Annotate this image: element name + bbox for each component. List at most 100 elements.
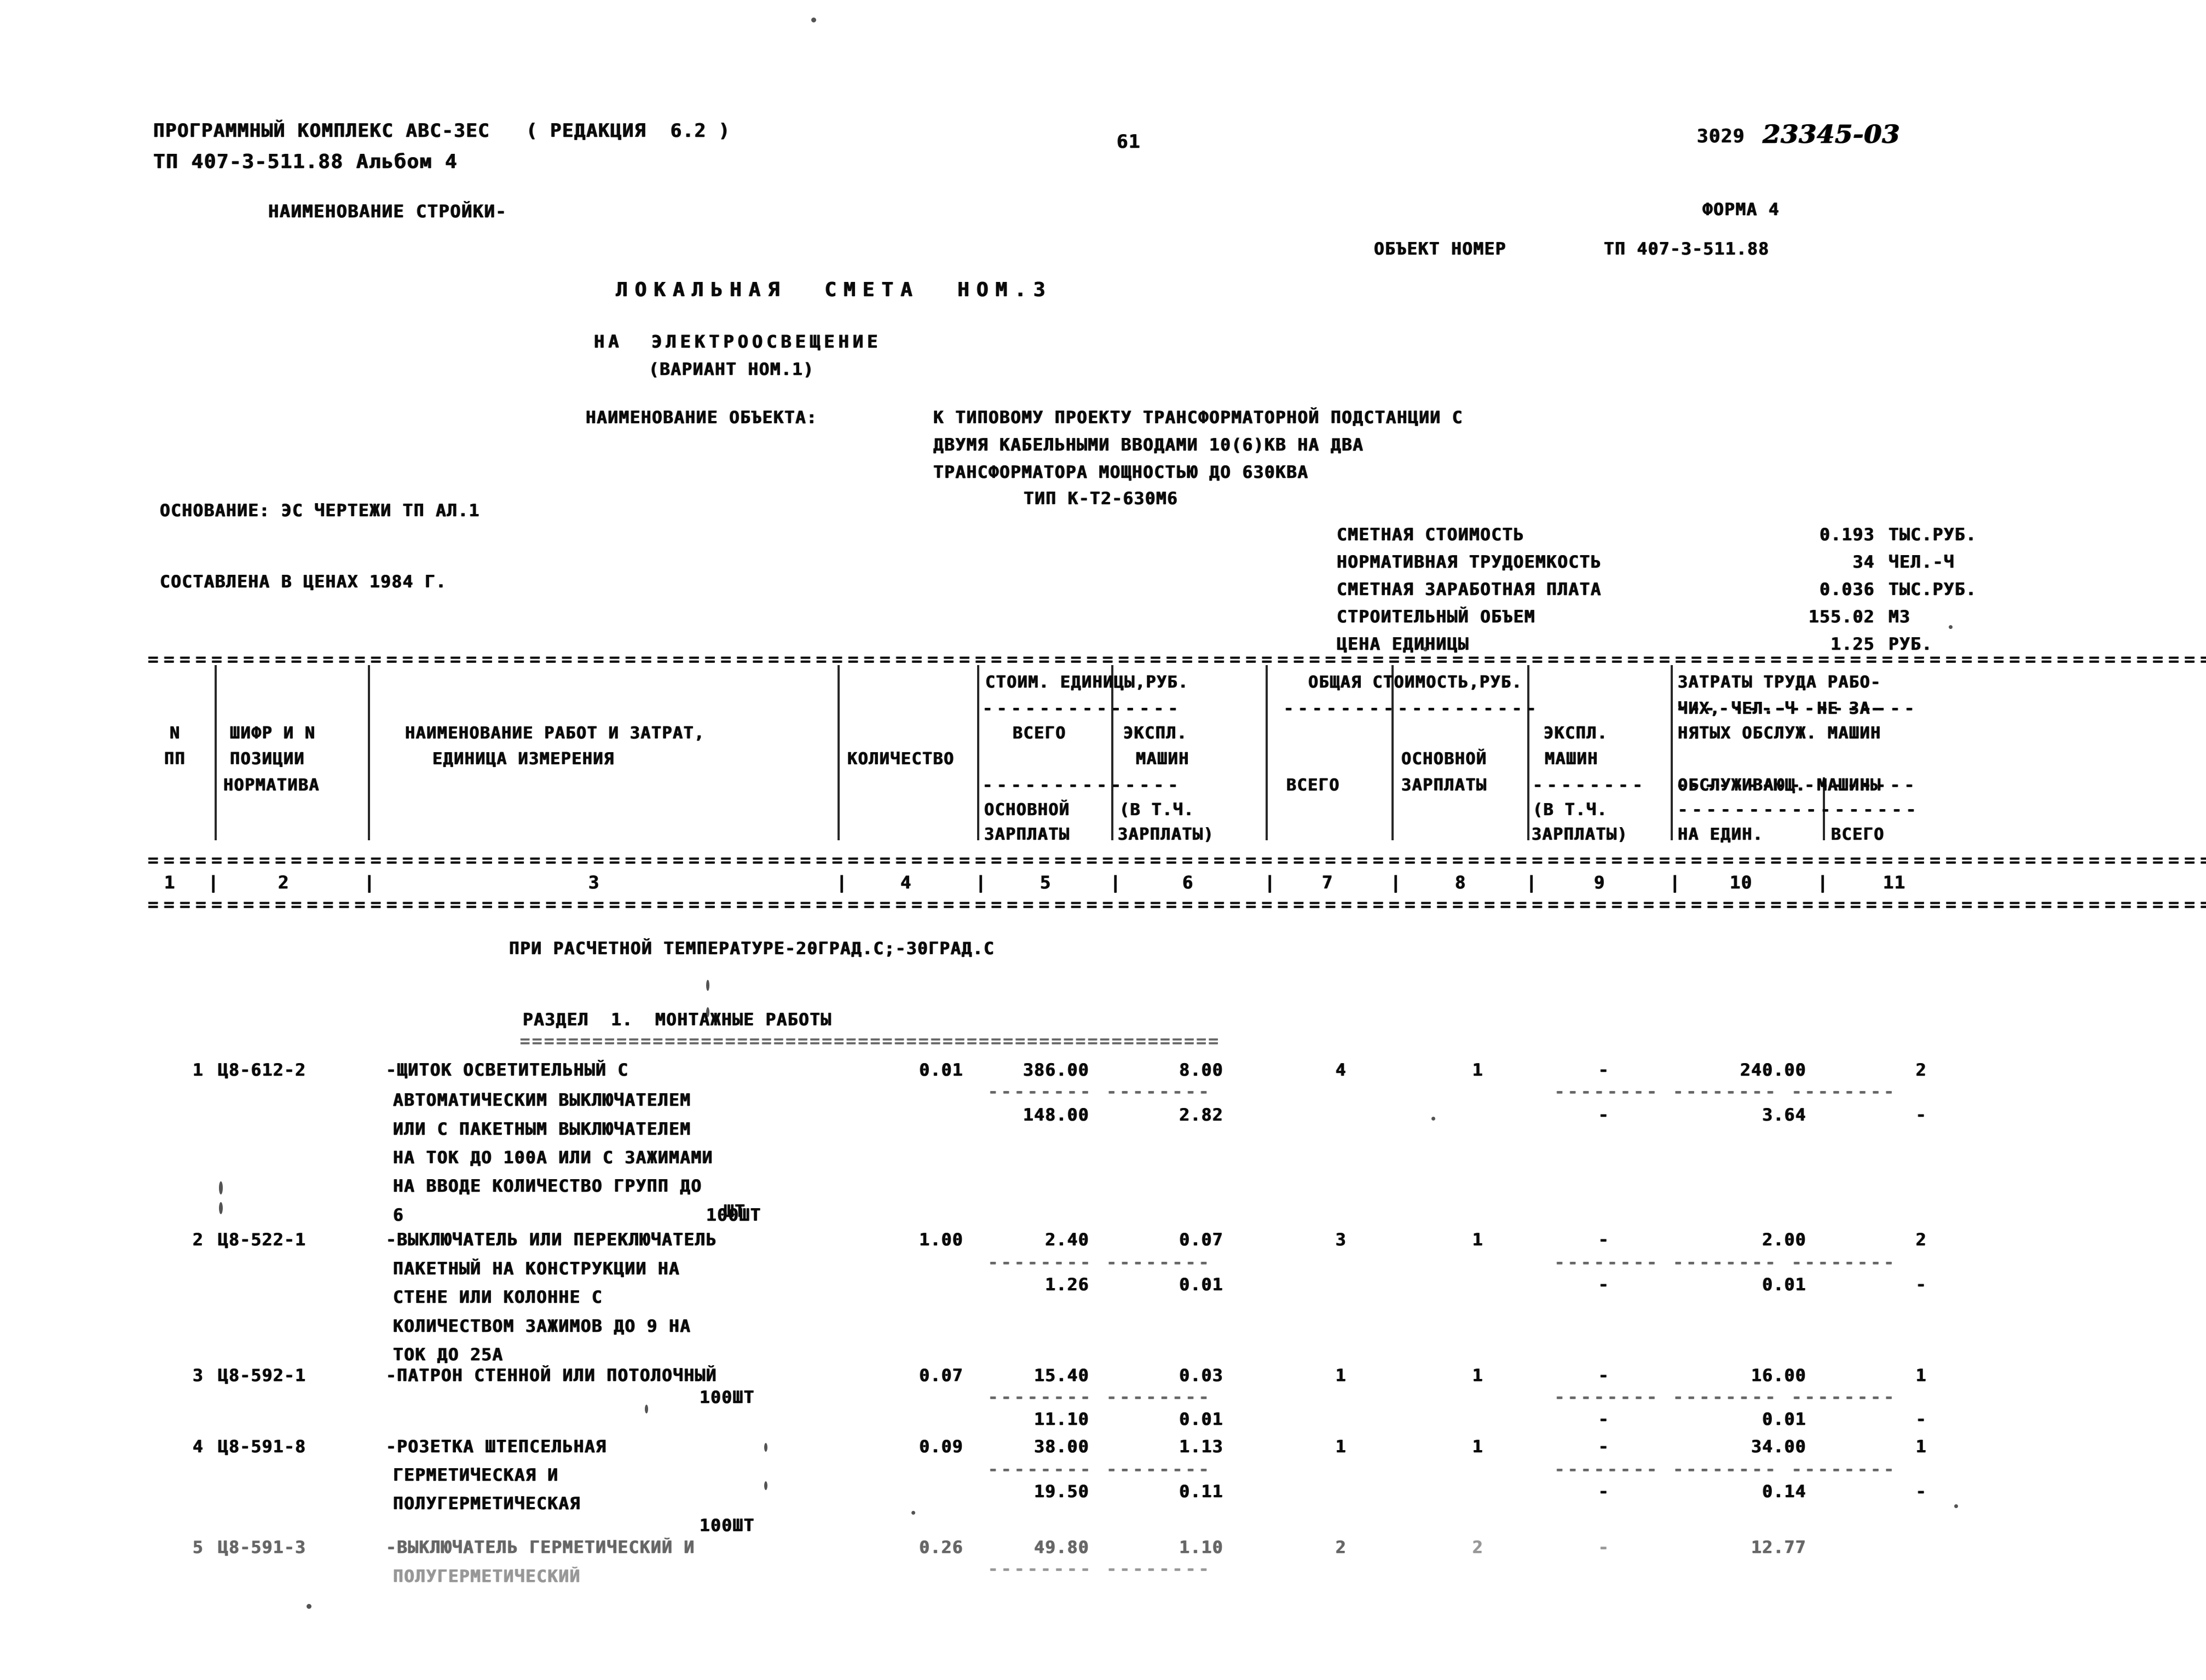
th-group-total-cost: ОБЩАЯ СТОИМОСТЬ,РУБ. xyxy=(1308,673,1523,692)
software-version-line: ПРОГРАММНЫЙ КОМПЛЕКС АВС-3ЕС ( РЕДАКЦИЯ … xyxy=(153,120,731,142)
th-rule-g: ----------------- xyxy=(1678,800,1921,819)
row-5-rule-a: -------- -------- xyxy=(988,1560,1212,1579)
row-5-num: 5 xyxy=(193,1538,204,1557)
th-col1-l1: N xyxy=(170,724,181,743)
th-col8-l2: ЗАРПЛАТЫ xyxy=(1401,776,1487,795)
scan-speck xyxy=(706,1007,709,1017)
th-col2-l3: НОРМАТИВА xyxy=(223,776,320,795)
row-4-num: 4 xyxy=(193,1437,204,1457)
row-1-code: Ц8-612-2 xyxy=(218,1060,307,1080)
row-5-qty: 0.26 xyxy=(919,1538,963,1557)
summary-value-2: 0.036 xyxy=(1820,580,1875,599)
scan-speck xyxy=(1949,625,1953,629)
row-2-c5b: 1.26 xyxy=(1045,1275,1089,1295)
scan-speck xyxy=(706,980,709,991)
colnum-2: 2 xyxy=(278,872,290,893)
temperature-note: ПРИ РАСЧЕТНОЙ ТЕМПЕРАТУРЕ-20ГРАД.С;-30ГР… xyxy=(509,939,995,959)
row-4-c11: 1 xyxy=(1915,1437,1927,1457)
row-5-c8: 2 xyxy=(1472,1538,1483,1557)
summary-label-2: СМЕТНАЯ ЗАРАБОТНАЯ ПЛАТА xyxy=(1337,580,1602,599)
row-4-c7: 1 xyxy=(1335,1437,1347,1457)
th-col2-l1: ШИФР И N xyxy=(230,724,316,743)
estimate-subject: НА ЭЛЕКТРООСВЕЩЕНИЕ xyxy=(594,331,882,352)
scan-speck xyxy=(1431,1117,1435,1121)
row-2-c5: 2.40 xyxy=(1045,1230,1089,1250)
row-2-c9b: - xyxy=(1598,1275,1609,1295)
row-1-c10b: 3.64 xyxy=(1762,1105,1806,1125)
th-col11: ВСЕГО xyxy=(1831,825,1885,844)
colnum-10: 10 xyxy=(1730,872,1753,893)
colnum-11: 11 xyxy=(1883,872,1906,893)
summary-unit-2: ТЫС.РУБ. xyxy=(1889,580,1977,599)
th-col9-l2: МАШИН xyxy=(1545,749,1598,769)
scan-speck xyxy=(811,18,816,22)
row-3-c9b: - xyxy=(1598,1410,1609,1429)
row-4-qty: 0.09 xyxy=(919,1437,963,1457)
scan-speck xyxy=(1954,1504,1958,1508)
scan-speck xyxy=(1423,647,1428,651)
row-3-c11: 1 xyxy=(1915,1366,1927,1385)
row-4-code: Ц8-591-8 xyxy=(218,1437,307,1457)
colsep-f: | xyxy=(1264,872,1276,893)
colsep-i: | xyxy=(1670,872,1681,893)
row-3-c7: 1 xyxy=(1335,1366,1347,1385)
row-4-c6b: 0.11 xyxy=(1179,1482,1223,1502)
scan-speck xyxy=(219,1181,223,1194)
row-1-c7: 4 xyxy=(1335,1060,1347,1080)
document-page: ПРОГРАММНЫЙ КОМПЛЕКС АВС-3ЕС ( РЕДАКЦИЯ … xyxy=(0,0,2206,1680)
object-name-line-3: ТРАНСФОРМАТОРА МОЩНОСТЬЮ ДО 630КВА xyxy=(933,463,1309,482)
summary-label-0: СМЕТНАЯ СТОИМОСТЬ xyxy=(1337,525,1524,545)
row-4-rule-b: -------- -------- -------- xyxy=(1555,1460,1897,1479)
row-5-c6: 1.10 xyxy=(1179,1538,1223,1557)
th-col4: КОЛИЧЕСТВО xyxy=(847,749,955,769)
th-col5-l1: ВСЕГО xyxy=(1013,724,1066,743)
summary-label-3: СТРОИТЕЛЬНЫЙ ОБЪЕМ xyxy=(1337,607,1535,627)
row-1-c6: 8.00 xyxy=(1179,1060,1223,1080)
th-col6-l2: МАШИН xyxy=(1136,749,1189,769)
th-col6-l1: ЭКСПЛ. xyxy=(1123,724,1188,743)
colsep-g: | xyxy=(1390,872,1402,893)
row-1-c5: 386.00 xyxy=(1023,1060,1089,1080)
table-vline-1 xyxy=(215,665,217,840)
row-2-rule-a: -------- -------- xyxy=(988,1253,1212,1272)
row-4-desc-0: -РОЗЕТКА ШТЕПСЕЛЬНАЯ xyxy=(386,1437,607,1457)
th-col1-l2: ПП xyxy=(164,749,186,769)
row-1-rule-b: -------- -------- -------- xyxy=(1555,1082,1897,1101)
estimate-variant: (ВАРИАНТ НОМ.1) xyxy=(649,360,815,379)
row-2-c10: 2.00 xyxy=(1762,1230,1806,1250)
row-1-c11b: - xyxy=(1915,1105,1927,1125)
th-rule-a: -------------- xyxy=(983,699,1182,718)
row-2-desc-2: СТЕНЕ ИЛИ КОЛОННЕ С xyxy=(393,1288,603,1307)
colsep-a: | xyxy=(208,872,220,893)
summary-value-0: 0.193 xyxy=(1820,525,1875,545)
row-5-c9: - xyxy=(1598,1538,1609,1557)
object-name-line-4: ТИП К-Т2-630М6 xyxy=(1024,489,1179,509)
colnum-7: 7 xyxy=(1322,872,1333,893)
page-number: 61 xyxy=(1117,131,1141,153)
row-5-c7: 2 xyxy=(1335,1538,1347,1557)
summary-label-1: НОРМАТИВНАЯ ТРУДОЕМКОСТЬ xyxy=(1337,552,1602,572)
row-4-c9: - xyxy=(1598,1437,1609,1457)
th-rule-b: ------------------ xyxy=(1284,699,1541,718)
form-label: ФОРМА 4 xyxy=(1702,200,1780,220)
object-name-line-2: ДВУМЯ КАБЕЛЬНЫМИ ВВОДАМИ 10(6)КВ НА ДВА xyxy=(933,435,1364,455)
th-col9-l1: ЭКСПЛ. xyxy=(1544,724,1608,743)
row-3-c5: 15.40 xyxy=(1034,1366,1089,1385)
row-4-c11b: - xyxy=(1915,1482,1927,1502)
row-2-c11: 2 xyxy=(1915,1230,1927,1250)
row-2-c7: 3 xyxy=(1335,1230,1347,1250)
table-vline-8 xyxy=(1527,665,1529,840)
row-3-code: Ц8-592-1 xyxy=(218,1366,307,1385)
table-vline-3 xyxy=(838,665,840,840)
object-name-line-1: К ТИПОВОМУ ПРОЕКТУ ТРАНСФОРМАТОРНОЙ ПОДС… xyxy=(933,408,1463,428)
row-4-c9b: - xyxy=(1598,1482,1609,1502)
row-3-c10: 16.00 xyxy=(1751,1366,1806,1385)
colnum-9: 9 xyxy=(1594,872,1606,893)
row-4-c10: 34.00 xyxy=(1751,1437,1806,1457)
row-1-c9: - xyxy=(1598,1060,1609,1080)
row-3-num: 3 xyxy=(193,1366,204,1385)
colnum-6: 6 xyxy=(1182,872,1194,893)
section-underline: ========================================… xyxy=(520,1032,1221,1051)
th-col9-l4: ЗАРПЛАТЫ) xyxy=(1532,825,1628,844)
row-2-c6: 0.07 xyxy=(1179,1230,1223,1250)
